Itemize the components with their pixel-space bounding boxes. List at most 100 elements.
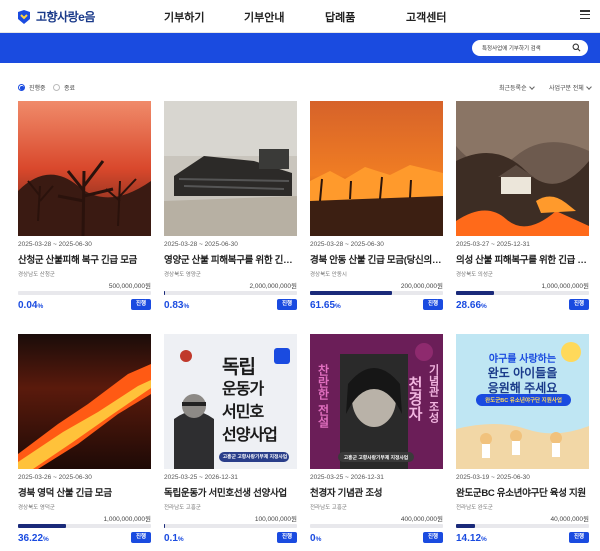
progress-bar: [18, 524, 151, 528]
nav-gifts[interactable]: 답례품: [325, 9, 355, 25]
search-banner: 특정사업에 기부하기 검색: [0, 33, 600, 63]
project-period: 2025-03-25 ~ 2026-12-31: [310, 474, 384, 481]
percent-sign: %: [335, 303, 341, 310]
project-region: 경상북도 영양군: [164, 272, 201, 278]
progress-bar: [310, 291, 443, 295]
project-goal: 100,000,000원: [254, 516, 297, 523]
project-region: 전라남도 완도군: [456, 505, 493, 511]
status-ended-label: 종료: [64, 86, 76, 92]
project-title[interactable]: 산청군 산불피해 복구 긴급 모금: [18, 252, 151, 266]
percent-sign: %: [315, 536, 322, 543]
status-badge: 진행: [131, 299, 151, 310]
poster-vertical-left: 찬란한 전설: [316, 364, 330, 429]
project-period: 2025-03-27 ~ 2025-12-31: [456, 241, 530, 248]
progress-percent-value: 0.04: [18, 300, 38, 311]
status-ended-radio[interactable]: 종료: [53, 83, 75, 92]
category-dropdown[interactable]: 사업구분 전체: [549, 83, 592, 92]
project-title[interactable]: 완도군BC 유소년야구단 육성 지원: [456, 485, 589, 499]
project-title[interactable]: 천경자 기념관 조성: [310, 485, 443, 499]
project-meta: 0.1% 진행: [164, 531, 297, 547]
project-card[interactable]: 독립 운동가 서민호 선양사업 고흥군 고향사랑기부제 지정사업 2025-03-25 …: [164, 334, 297, 547]
project-thumbnail[interactable]: 찬란한 전설 천경자 기념관 조성 고흥군 고향사랑기부제 지정사업: [310, 334, 443, 469]
project-card[interactable]: 2025-03-28 ~ 2025-06-30 산청군 산불피해 복구 긴급 모…: [18, 101, 151, 314]
project-region: 경상북도 안동시: [310, 272, 347, 278]
project-thumbnail[interactable]: [456, 101, 589, 236]
main-nav: 기부하기 기부안내 답례품 고객센터: [0, 9, 600, 25]
progress-fill: [164, 291, 166, 295]
poster-headline-line: 선양사업: [222, 425, 278, 444]
top-navigation-bar: 고향사랑e음 기부하기 기부안내 답례품 고객센터: [0, 0, 600, 33]
project-title[interactable]: 영양군 산불 피해복구를 위한 긴급…: [164, 252, 297, 266]
nav-support[interactable]: 고객센터: [406, 9, 446, 25]
project-meta: 0.83% 진행: [164, 298, 297, 314]
progress-bar: [310, 524, 443, 528]
project-title[interactable]: 경북 영덕 산불 긴급 모금: [18, 485, 151, 499]
project-meta: 0.04% 진행: [18, 298, 151, 314]
progress-bar: [456, 291, 589, 295]
project-thumbnail[interactable]: 독립 운동가 서민호 선양사업 고흥군 고향사랑기부제 지정사업: [164, 334, 297, 469]
progress-bar: [456, 524, 589, 528]
project-goal: 40,000,000원: [550, 516, 589, 523]
project-period: 2025-03-28 ~ 2025-06-30: [310, 241, 384, 248]
project-goal: 1,000,000,000원: [103, 516, 151, 523]
project-title[interactable]: 경북 안동 산불 긴급 모금(당신의 …: [310, 252, 443, 266]
project-thumbnail[interactable]: [18, 101, 151, 236]
progress-percent: 0.04%: [18, 300, 43, 311]
project-region: 경상북도 의성군: [456, 272, 493, 278]
project-card[interactable]: 2025-03-27 ~ 2025-12-31 의성 산불 피해복구를 위한 긴…: [456, 101, 589, 314]
progress-percent-value: 14.12: [456, 533, 482, 544]
progress-percent: 0.1%: [164, 533, 184, 544]
project-thumbnail[interactable]: [310, 101, 443, 236]
status-ongoing-radio[interactable]: 진행중: [18, 83, 46, 92]
project-period: 2025-03-28 ~ 2025-06-30: [164, 241, 238, 248]
project-thumbnail[interactable]: [18, 334, 151, 469]
category-label: 사업구분 전체: [549, 86, 584, 92]
poster-caption: 완도군BC 유소년야구단 지원사업: [485, 398, 562, 404]
poster-headline-line: 운동가: [222, 379, 264, 398]
poster-caption: 고흥군 고향사랑기부제 지정사업: [222, 455, 288, 460]
project-thumbnail[interactable]: 야구를 사랑하는 완도 아이들을 응원해 주세요 완도군BC 유소년야구단 지원사업: [456, 334, 589, 469]
nav-donate[interactable]: 기부하기: [164, 9, 204, 25]
project-card[interactable]: 찬란한 전설 천경자 기념관 조성 고흥군 고향사랑기부제 지정사업 2025-03-…: [310, 334, 443, 547]
project-card[interactable]: 2025-03-26 ~ 2025-06-30 경북 영덕 산불 긴급 모금 경…: [18, 334, 151, 547]
search-placeholder: 특정사업에 기부하기 검색: [482, 46, 541, 52]
project-card[interactable]: 2025-03-28 ~ 2025-06-30 영양군 산불 피해복구를 위한 …: [164, 101, 297, 314]
radio-selected-icon: [18, 84, 25, 91]
project-meta: 28.66% 진행: [456, 298, 589, 314]
status-badge: 진행: [423, 299, 443, 310]
progress-percent: 14.12%: [456, 533, 487, 544]
percent-sign: %: [481, 303, 487, 310]
project-region: 전라남도 고흥군: [310, 505, 347, 511]
percent-sign: %: [183, 303, 190, 310]
project-meta: 61.65% 진행: [310, 298, 443, 314]
project-meta: 36.22% 진행: [18, 531, 151, 547]
search-input[interactable]: 특정사업에 기부하기 검색: [472, 40, 588, 56]
progress-percent-value: 0.83: [164, 300, 184, 311]
sort-label: 최근등록순: [499, 86, 527, 92]
progress-bar: [164, 524, 297, 528]
poster-line-1: 야구를 사랑하는: [488, 354, 557, 365]
search-icon[interactable]: [572, 43, 581, 52]
project-thumbnail[interactable]: [164, 101, 297, 236]
sort-dropdown[interactable]: 최근등록순: [499, 83, 535, 92]
project-goal: 500,000,000원: [108, 283, 151, 290]
project-card[interactable]: 야구를 사랑하는 완도 아이들을 응원해 주세요 완도군BC 유소년야구단 지원사업 …: [456, 334, 589, 547]
hamburger-menu-icon[interactable]: [580, 10, 590, 20]
nav-guide[interactable]: 기부안내: [244, 9, 284, 25]
chevron-down-icon: [585, 83, 592, 90]
poster-line-3: 응원해 주세요: [487, 381, 558, 395]
project-title[interactable]: 독립운동가 서민호선생 선양사업: [164, 485, 297, 499]
project-meta: 0% 진행: [310, 531, 443, 547]
percent-sign: %: [43, 536, 49, 543]
project-card[interactable]: 2025-03-28 ~ 2025-06-30 경북 안동 산불 긴급 모금(당…: [310, 101, 443, 314]
status-badge: 진행: [277, 299, 297, 310]
progress-percent-value: 28.66: [456, 300, 482, 311]
project-period: 2025-03-25 ~ 2026-12-31: [164, 474, 238, 481]
chevron-down-icon: [528, 83, 535, 90]
project-title[interactable]: 의성 산불 피해복구를 위한 긴급 …: [456, 252, 589, 266]
progress-fill: [456, 524, 475, 528]
filter-bar: 진행중 종료 최근등록순 사업구분 전체: [0, 80, 600, 94]
progress-percent: 61.65%: [310, 300, 341, 311]
project-goal: 400,000,000원: [400, 516, 443, 523]
radio-unselected-icon: [53, 84, 60, 91]
